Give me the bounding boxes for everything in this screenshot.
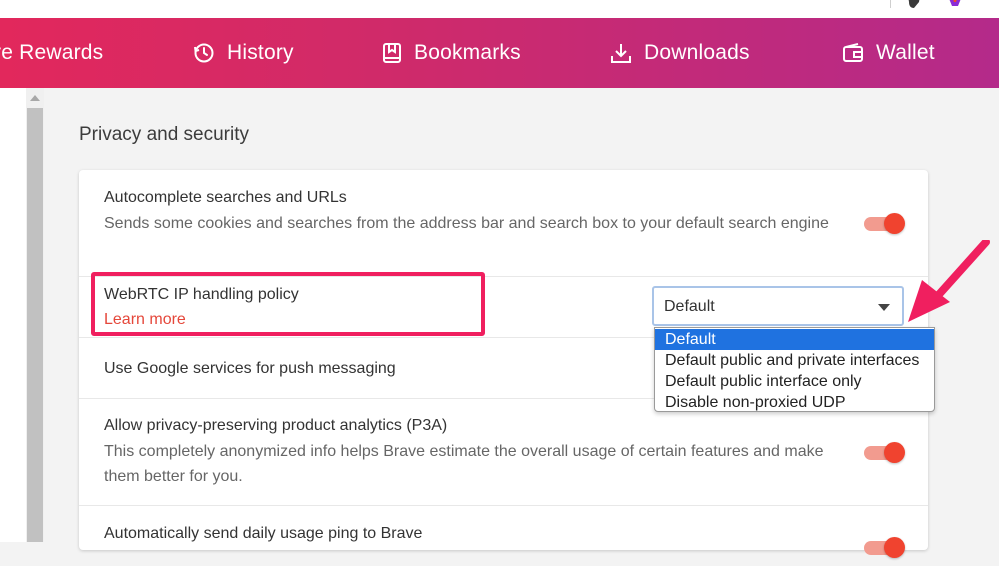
toggle-knob	[884, 213, 905, 234]
annotation-arrow-icon	[908, 240, 990, 322]
usage-ping-toggle[interactable]	[864, 536, 905, 558]
nav-wallet-label: Wallet	[876, 41, 935, 64]
setting-row-autocomplete: Autocomplete searches and URLs Sends som…	[79, 170, 928, 277]
nav-bookmarks-label: Bookmarks	[414, 41, 521, 64]
nav-history-label: History	[227, 41, 294, 64]
download-icon	[611, 44, 631, 63]
scroll-up-arrow-icon[interactable]	[30, 95, 40, 101]
autocomplete-toggle[interactable]	[864, 212, 905, 234]
nav-downloads[interactable]: Downloads	[610, 18, 750, 88]
option-public-only[interactable]: Default public interface only	[655, 371, 934, 392]
autocomplete-description: Sends some cookies and searches from the…	[104, 215, 829, 232]
p3a-description: This completely anonymized info helps Br…	[104, 443, 824, 485]
history-icon	[194, 43, 214, 63]
autocomplete-title: Autocomplete searches and URLs	[104, 189, 347, 206]
bookmark-icon	[383, 43, 401, 63]
nav-history[interactable]: History	[193, 18, 294, 88]
browser-toolbar-strip	[0, 0, 999, 19]
usage-ping-title: Automatically send daily usage ping to B…	[104, 525, 423, 542]
nav-downloads-label: Downloads	[644, 41, 750, 64]
setting-row-usage-ping: Automatically send daily usage ping to B…	[79, 506, 928, 566]
option-disable-udp[interactable]: Disable non-proxied UDP	[655, 392, 934, 413]
webrtc-policy-dropdown: Default Default public and private inter…	[654, 327, 935, 412]
wallet-icon	[843, 43, 863, 62]
webrtc-policy-select[interactable]: Default	[652, 286, 904, 326]
webrtc-title: WebRTC IP handling policy	[104, 286, 299, 303]
option-public-private[interactable]: Default public and private interfaces	[655, 350, 934, 371]
nav-rewards-label: re Rewards	[0, 41, 104, 64]
nav-wallet[interactable]: Wallet	[842, 18, 935, 88]
p3a-toggle[interactable]	[864, 441, 905, 463]
settings-nav-bar: re Rewards History Bookmarks Downloads W…	[0, 18, 999, 88]
push-messaging-title: Use Google services for push messaging	[104, 360, 396, 377]
setting-row-p3a: Allow privacy-preserving product analyti…	[79, 399, 928, 506]
p3a-title: Allow privacy-preserving product analyti…	[104, 417, 448, 434]
option-default[interactable]: Default	[655, 329, 934, 350]
toolbar-separator	[890, 0, 891, 8]
nav-rewards[interactable]: re Rewards	[0, 18, 103, 88]
select-value: Default	[664, 298, 715, 315]
section-title: Privacy and security	[79, 124, 250, 145]
chevron-down-icon	[878, 304, 890, 311]
nav-bookmarks[interactable]: Bookmarks	[382, 18, 521, 88]
toggle-knob	[884, 442, 905, 463]
learn-more-link[interactable]: Learn more	[104, 311, 186, 329]
sidebar-edge	[0, 88, 26, 542]
scrollbar-thumb[interactable]	[27, 108, 43, 542]
toggle-knob	[884, 537, 905, 558]
shield-extension-icon[interactable]	[906, 0, 922, 8]
triangle-extension-icon[interactable]	[946, 0, 964, 8]
